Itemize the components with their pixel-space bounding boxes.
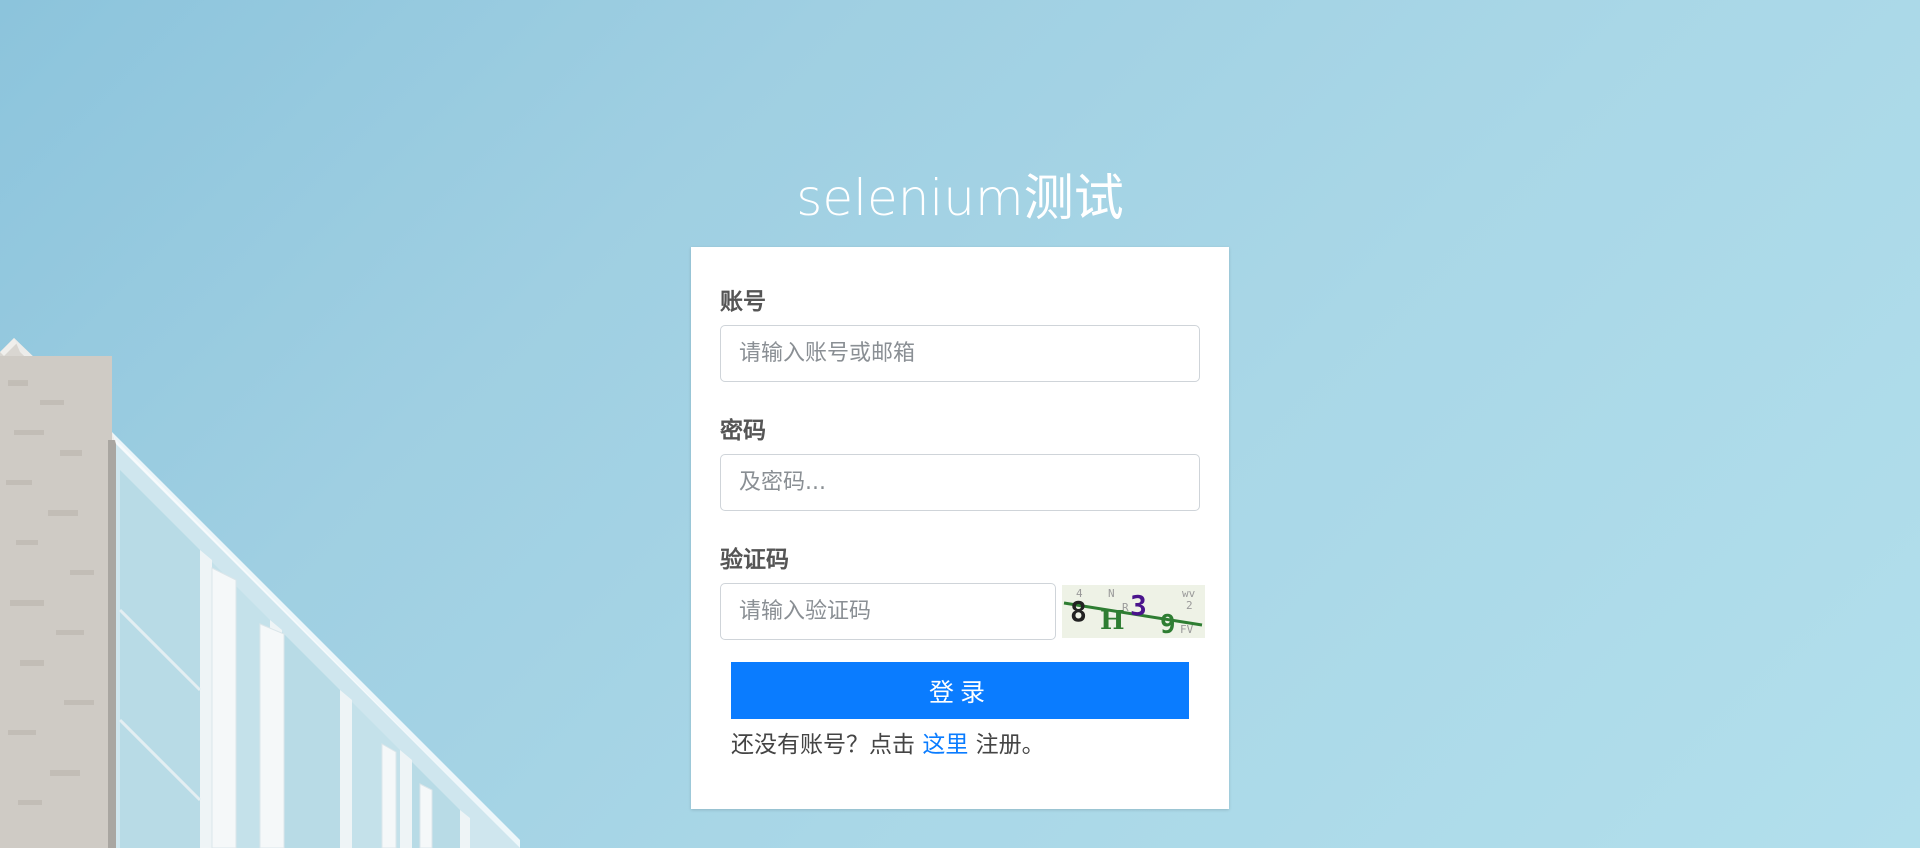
svg-text:9: 9	[1160, 610, 1176, 638]
register-prefix: 还没有账号？点击	[731, 732, 915, 758]
password-label: 密码	[720, 418, 766, 444]
account-input[interactable]	[720, 325, 1200, 382]
page-title: selenium测试	[796, 169, 1124, 227]
login-button[interactable]: 登录	[731, 662, 1189, 719]
svg-text:2: 2	[1186, 599, 1193, 612]
login-card: 账号 密码 验证码 4Nwv 2FVR 8 H 3 9 登录 还没有账号？点击 …	[691, 247, 1229, 809]
register-hint: 还没有账号？点击 这里 注册。	[731, 725, 1045, 759]
captcha-input[interactable]	[720, 583, 1056, 640]
register-suffix: 注册。	[975, 732, 1045, 758]
captcha-label: 验证码	[720, 547, 789, 573]
svg-text:N: N	[1108, 587, 1115, 600]
register-link[interactable]: 这里	[922, 732, 968, 758]
captcha-image[interactable]: 4 Nwv 2FVR 8 H 3 9	[1062, 585, 1205, 638]
svg-text:H: H	[1100, 606, 1125, 636]
password-input[interactable]	[720, 454, 1200, 511]
svg-text:FV: FV	[1180, 623, 1194, 636]
svg-text:3: 3	[1130, 589, 1147, 622]
account-label: 账号	[720, 289, 766, 315]
login-page: selenium测试 账号 密码 验证码 4Nwv 2FVR 8 H 3 9 登…	[0, 0, 1920, 848]
svg-text:8: 8	[1070, 595, 1087, 628]
building-background-image	[0, 338, 520, 848]
